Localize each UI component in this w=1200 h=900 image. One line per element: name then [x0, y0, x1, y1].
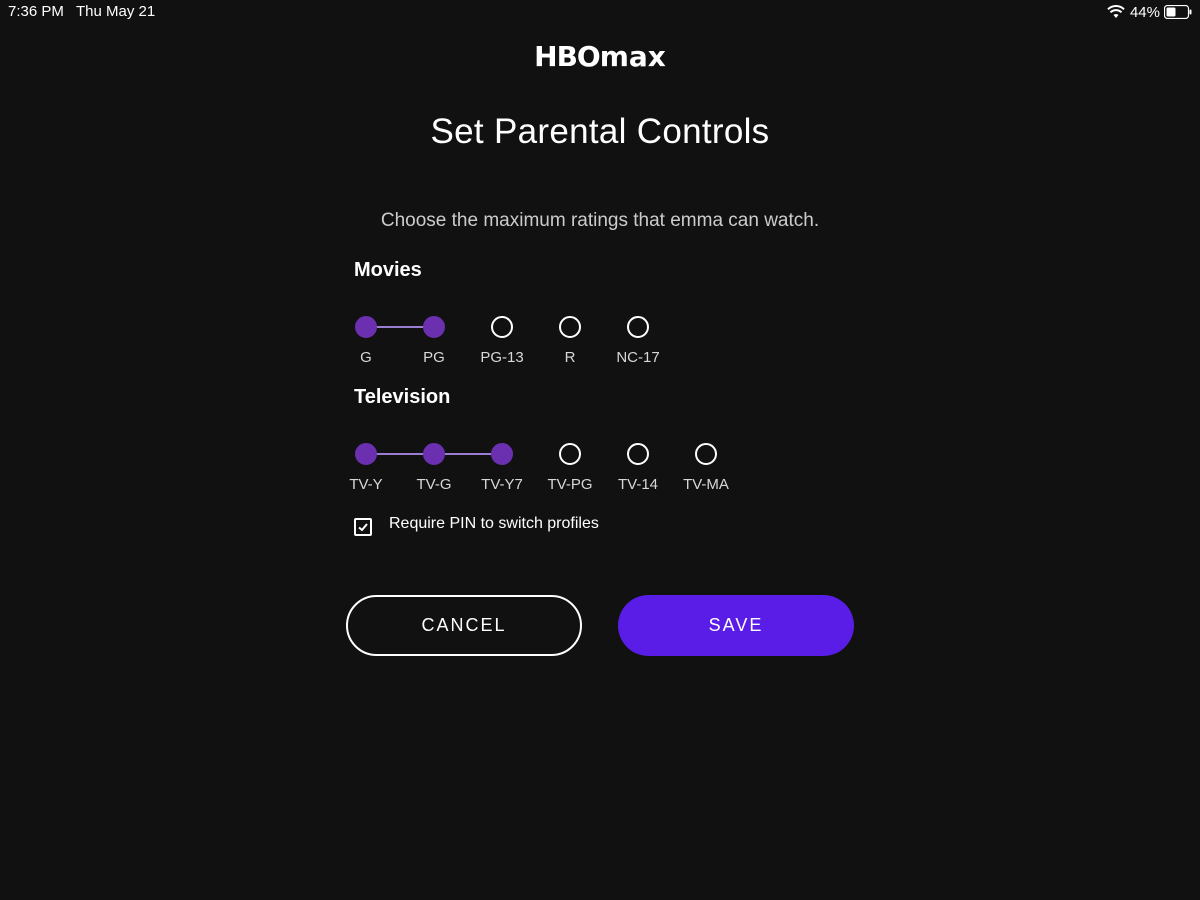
television-rating-dot-tv-g[interactable]: [423, 443, 445, 465]
hbo-max-logo: HBOmax: [0, 40, 1200, 73]
movies-heading: Movies: [354, 259, 422, 281]
logo-max-text: max: [599, 40, 666, 73]
require-pin-checkbox[interactable]: [354, 518, 372, 536]
status-indicators: 44%: [1107, 3, 1192, 21]
cancel-button[interactable]: CANCEL: [346, 595, 582, 656]
page-subtitle: Choose the maximum ratings that emma can…: [380, 210, 820, 231]
television-rating-label: TV-MA: [683, 476, 729, 493]
logo-hbo-text: HBO: [534, 40, 601, 73]
status-date: Thu May 21: [76, 3, 156, 20]
movies-rating-dot-nc-17[interactable]: [627, 316, 649, 338]
television-rating-dot-tv-14[interactable]: [627, 443, 649, 465]
television-heading: Television: [354, 386, 451, 408]
status-time: 7:36 PM: [8, 3, 64, 20]
television-rating-dot-tv-y7[interactable]: [491, 443, 513, 465]
battery-icon: [1164, 5, 1192, 19]
television-rating-dot-tv-pg[interactable]: [559, 443, 581, 465]
parental-controls-screen: 7:36 PM Thu May 21 44% HBOmax Set Parent…: [0, 0, 1200, 900]
checkmark-icon: [358, 523, 368, 532]
television-rating-dot-tv-ma[interactable]: [695, 443, 717, 465]
require-pin-label[interactable]: Require PIN to switch profiles: [389, 515, 599, 533]
movies-rating-dot-g[interactable]: [355, 316, 377, 338]
movies-rating-dot-pg-13[interactable]: [491, 316, 513, 338]
save-button[interactable]: SAVE: [618, 595, 854, 656]
wifi-icon: [1107, 5, 1125, 18]
television-rating-dot-tv-y[interactable]: [355, 443, 377, 465]
battery-percent: 44%: [1129, 3, 1160, 21]
movies-rating-dot-pg[interactable]: [423, 316, 445, 338]
save-button-label: SAVE: [708, 615, 764, 635]
movies-rating-dot-r[interactable]: [559, 316, 581, 338]
cancel-button-label: CANCEL: [421, 615, 507, 635]
movies-rating-label: NC-17: [616, 349, 660, 366]
page-title: Set Parental Controls: [430, 112, 770, 151]
